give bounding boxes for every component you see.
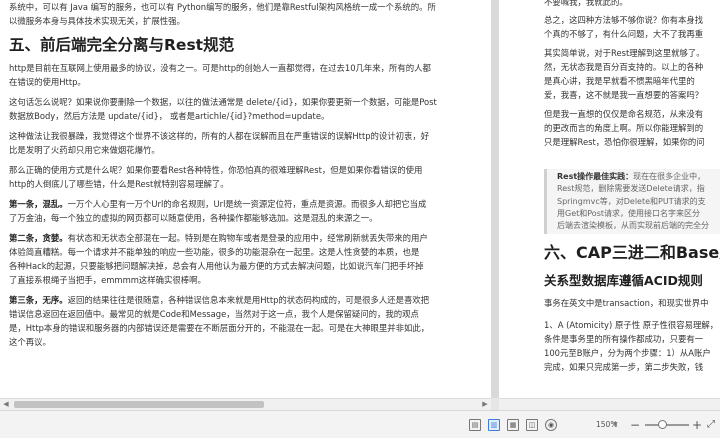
greed-title: 第二条，贪婪。 <box>9 233 68 243</box>
paragraph-http: http是目前在互联网上使用最多的协议，没有之一。可是http的创始人一直都觉得… <box>9 63 431 87</box>
paragraph-chaos: 第一条，混乱。一万个人心里有一万个Url的命名规则，Url是统一资源定位符，重点… <box>9 199 427 223</box>
fit-window-icon[interactable]: ⤢ <box>705 417 717 433</box>
status-bar: ▤ ▥ ▦ ◫ ◉ 150% ▼ − + ⤢ <box>0 410 720 438</box>
section-heading-cap: 六、CAP三进二和Base定 <box>544 243 720 263</box>
zoom-dropdown-chevron-icon[interactable]: ▼ <box>613 418 618 432</box>
paragraph-greed: 第二条，贪婪。有状态和无状态全部混在一起。特别是在购物车或者是登录的应用中，经常… <box>9 233 428 285</box>
paragraph-naming: 但是我一直想的仅仅是命名规范，从来没有 的更改而言的角度上啊。所以你能理解到的 只是… <box>544 109 705 147</box>
right-top-line: 不要喊我，我就此的。 <box>544 0 628 7</box>
paragraph-atomicity: 1、A (Atomicity) 原子性 原子性很容易理解， 条件是事务里的所有操作… <box>544 320 719 373</box>
horizontal-scrollbar-left[interactable]: ◀ ▶ <box>0 398 491 410</box>
subheading-acid: 关系型数据库遵循ACID规则 <box>544 273 703 289</box>
scrollbar-thumb[interactable] <box>14 401 264 408</box>
paragraph-delete-update: 这句话怎么说呢？如果说你要删除一个数据，以往的做法通常是 delete/{id}… <box>9 97 437 121</box>
page-gutter <box>491 0 499 398</box>
scroll-left-arrow-icon[interactable]: ◀ <box>0 399 12 410</box>
document-body-left: 系统中，可以有 Java 编写的服务，也可以有 Python编写的服务，他们是靠… <box>9 0 481 349</box>
quote-title: Rest操作最佳实践： <box>557 172 634 181</box>
zoom-in-button[interactable]: + <box>691 417 703 433</box>
read-mode-icon[interactable]: ▦ <box>507 419 519 431</box>
disorder-title: 第三条，无序。 <box>9 295 68 305</box>
eye-protect-icon[interactable]: ◉ <box>545 419 557 431</box>
view-mode-icon[interactable]: ▤ <box>469 419 481 431</box>
intro-paragraph: 系统中，可以有 Java 编写的服务，也可以有 Python编写的服务，他们是靠… <box>9 2 436 26</box>
scroll-right-arrow-icon[interactable]: ▶ <box>479 399 491 410</box>
paragraph-transaction: 事务在英文中是transaction，和现实世界中 <box>544 298 709 309</box>
paragraph-disorder: 第三条，无序。返回的结果往往是很随意，各种错误信息本来就是用Http的状态码构成… <box>9 295 430 347</box>
paragraph-correct-usage: 那么正确的使用方式是什么呢？如果你要看Rest各种特性，你恐怕真的很难理解Res… <box>9 165 423 189</box>
paragraph-misunderstanding: 这种做法让我很暴躁，我觉得这个世界不该这样的，所有的人都在误解而且在严重错误的误… <box>9 131 430 155</box>
best-practice-quote: Rest操作最佳实践：现在在很多企业中， Rest规范，删除需要发送Delete请… <box>544 169 720 235</box>
chaos-title: 第一条，混乱。 <box>9 199 68 209</box>
page-view-icon[interactable]: ▥ <box>488 419 500 431</box>
horizontal-scrollbar-right[interactable] <box>499 398 720 410</box>
zoom-out-button[interactable]: − <box>629 417 641 433</box>
paragraph-rest-understanding: 其实简单说，对于Rest理解到这里就够了。 然，无状态我是百分百支持的。以上的各种… <box>544 48 705 100</box>
document-page-left: 系统中，可以有 Java 编写的服务，也可以有 Python编写的服务，他们是靠… <box>0 0 491 398</box>
paragraph-four-methods: 总之，这四种方法够不够你说？你有本身找 个真的不够了，有什么问题，大不了我再重 <box>544 15 704 39</box>
section-heading-rest: 五、前后端完全分离与Rest规范 <box>9 36 235 54</box>
zoom-slider-knob[interactable] <box>658 420 668 429</box>
document-page-right: 不要喊我，我就此的。 总之，这四种方法够不够你说？你有本身找 个真的不够了，有什么… <box>499 0 720 398</box>
web-view-icon[interactable]: ◫ <box>526 419 538 431</box>
document-body-right: 不要喊我，我就此的。 总之，这四种方法够不够你说？你有本身找 个真的不够了，有什么… <box>544 0 720 374</box>
